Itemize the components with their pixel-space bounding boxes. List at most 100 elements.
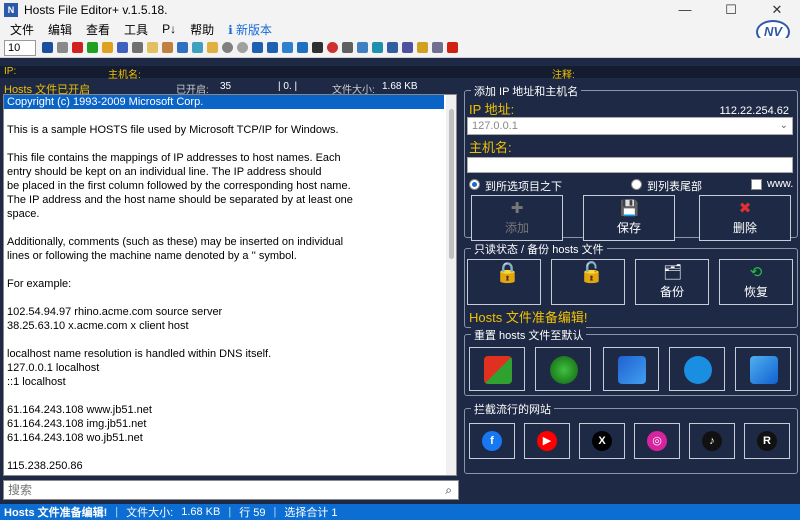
cut-icon[interactable] xyxy=(132,42,143,53)
editor-line[interactable] xyxy=(4,445,456,459)
editor-line[interactable]: Additionally, comments (such as these) m… xyxy=(4,235,456,249)
editor-line[interactable] xyxy=(4,221,456,235)
block-instagram-button[interactable]: ◎ xyxy=(634,423,680,459)
editor-line[interactable]: Copyright (c) 1993-2009 Microsoft Corp. xyxy=(4,95,444,109)
lock-readonly-button[interactable]: 🔒 xyxy=(467,259,541,305)
bottom-icon[interactable] xyxy=(267,42,278,53)
hostname-input[interactable] xyxy=(467,157,793,173)
editor-line[interactable] xyxy=(4,291,456,305)
editor-line[interactable]: 61.164.243.108 img.jb51.net xyxy=(4,417,456,431)
menu-file[interactable]: 文件 xyxy=(10,21,34,38)
editor-line[interactable] xyxy=(4,263,456,277)
chevron-down-icon[interactable]: ⌄ xyxy=(780,118,788,134)
block-tiktok-button[interactable]: ♪ xyxy=(689,423,735,459)
enable-icon[interactable] xyxy=(222,42,233,53)
editor-line[interactable]: lines or following the machine name deno… xyxy=(4,249,456,263)
ip-combo[interactable]: 127.0.0.1 ⌄ xyxy=(467,117,793,135)
reset-windows-xp-button[interactable] xyxy=(469,347,525,391)
maximize-button[interactable]: ☐ xyxy=(708,0,754,20)
move-down-icon[interactable] xyxy=(117,42,128,53)
hosts-file-icon[interactable] xyxy=(42,42,53,53)
menu-view[interactable]: 查看 xyxy=(86,21,110,38)
scrollbar-thumb[interactable] xyxy=(449,109,454,259)
disable-icon[interactable] xyxy=(237,42,248,53)
block-x-button[interactable]: X xyxy=(579,423,625,459)
menu-tools[interactable]: 工具 xyxy=(124,21,148,38)
radio-below-selected[interactable] xyxy=(469,179,480,190)
paste-icon[interactable] xyxy=(162,42,173,53)
ip-combo-value: 127.0.0.1 xyxy=(472,120,518,132)
settings-icon[interactable] xyxy=(402,42,413,53)
lock-icon[interactable] xyxy=(417,42,428,53)
radio-end-of-list[interactable] xyxy=(631,179,642,190)
editor-line[interactable]: localhost name resolution is handled wit… xyxy=(4,347,456,361)
add-button[interactable]: ✚ 添加 xyxy=(471,195,563,241)
move-up-icon[interactable] xyxy=(102,42,113,53)
editor-line[interactable]: For example: xyxy=(4,277,456,291)
restore-button[interactable]: ⟲ 恢复 xyxy=(719,259,793,305)
block-facebook-button[interactable]: f xyxy=(469,423,515,459)
find-icon[interactable] xyxy=(177,42,188,53)
reset-windows-vista-button[interactable] xyxy=(535,347,591,391)
editor-line[interactable]: 115.238.250.86 xyxy=(4,459,456,473)
editor-line[interactable]: entry should be kept on an individual li… xyxy=(4,165,456,179)
editor-line[interactable] xyxy=(4,137,456,151)
close-button[interactable]: ✕ xyxy=(754,0,800,20)
reset-group-title: 重置 hosts 文件至默认 xyxy=(471,327,587,343)
editor-line[interactable]: be placed in the first column followed b… xyxy=(4,179,456,193)
globe-icon[interactable] xyxy=(297,42,308,53)
tag-icon[interactable] xyxy=(342,42,353,53)
toolbar: 10 xyxy=(0,38,800,58)
editor-line[interactable]: ::1 localhost xyxy=(4,375,456,389)
menu-edit[interactable]: 编辑 xyxy=(48,21,72,38)
menu-sort[interactable]: P↓ xyxy=(162,22,176,36)
block-youtube-button[interactable]: ▶ xyxy=(524,423,570,459)
www-checkbox[interactable] xyxy=(751,179,762,190)
backup-button[interactable]: 🗂 备份 xyxy=(635,259,709,305)
editor-line[interactable] xyxy=(4,109,456,123)
search-icon[interactable]: ⌕ xyxy=(445,483,452,498)
editor-line[interactable]: space. xyxy=(4,207,456,221)
editor-line[interactable]: This is a sample HOSTS file used by Micr… xyxy=(4,123,456,137)
network-icon[interactable] xyxy=(282,42,293,53)
add-icon[interactable] xyxy=(87,42,98,53)
document-icon[interactable] xyxy=(57,42,68,53)
editor-line[interactable]: 127.0.0.1 localhost xyxy=(4,361,456,375)
editor-line[interactable]: 38.25.63.10 x.acme.com x client host xyxy=(4,319,456,333)
minimize-button[interactable]: — xyxy=(662,0,708,20)
save-button[interactable]: 💾 保存 xyxy=(583,195,675,241)
reset-windows-11-button[interactable] xyxy=(735,347,791,391)
language-icon[interactable] xyxy=(447,42,458,53)
ip-icon[interactable] xyxy=(327,42,338,53)
hosts-editor[interactable]: Copyright (c) 1993-2009 Microsoft Corp. T… xyxy=(3,94,457,476)
editor-line[interactable]: 61.164.243.108 www.jb51.net xyxy=(4,403,456,417)
editor-line[interactable]: The IP address and the host name should … xyxy=(4,193,456,207)
unlock-button[interactable]: 🔓 xyxy=(551,259,625,305)
notes-icon[interactable] xyxy=(357,42,368,53)
search-input[interactable] xyxy=(4,481,424,499)
editor-line[interactable]: This file contains the mappings of IP ad… xyxy=(4,151,456,165)
reset-windows-10-button[interactable] xyxy=(669,347,725,391)
bookmark-icon[interactable] xyxy=(207,42,218,53)
delete-doc-icon[interactable] xyxy=(72,42,83,53)
zoom-select[interactable]: 10 xyxy=(4,39,36,56)
reset-windows-7-button[interactable] xyxy=(603,347,659,391)
replace-icon[interactable] xyxy=(192,42,203,53)
editor-line[interactable] xyxy=(4,333,456,347)
editor-line[interactable]: 102.54.94.97 rhino.acme.com source serve… xyxy=(4,305,456,319)
image-icon[interactable] xyxy=(387,42,398,53)
block-reddit-button[interactable]: R xyxy=(744,423,790,459)
entry-info-bar: IP: 主机名: 注释: xyxy=(0,66,800,81)
editor-scrollbar[interactable] xyxy=(446,95,456,475)
block-icon[interactable] xyxy=(312,42,323,53)
delete-button[interactable]: ✖ 删除 xyxy=(699,195,791,241)
top-icon[interactable] xyxy=(252,42,263,53)
menu-new-version[interactable]: ℹ 新版本 xyxy=(228,21,272,38)
menu-bar: 文件 编辑 查看 工具 P↓ 帮助 ℹ 新版本 xyxy=(0,20,800,38)
editor-line[interactable] xyxy=(4,389,456,403)
export-icon[interactable] xyxy=(372,42,383,53)
menu-help[interactable]: 帮助 xyxy=(190,21,214,38)
copy-icon[interactable] xyxy=(147,42,158,53)
tools-icon[interactable] xyxy=(432,42,443,53)
editor-line[interactable]: 61.164.243.108 wo.jb51.net xyxy=(4,431,456,445)
